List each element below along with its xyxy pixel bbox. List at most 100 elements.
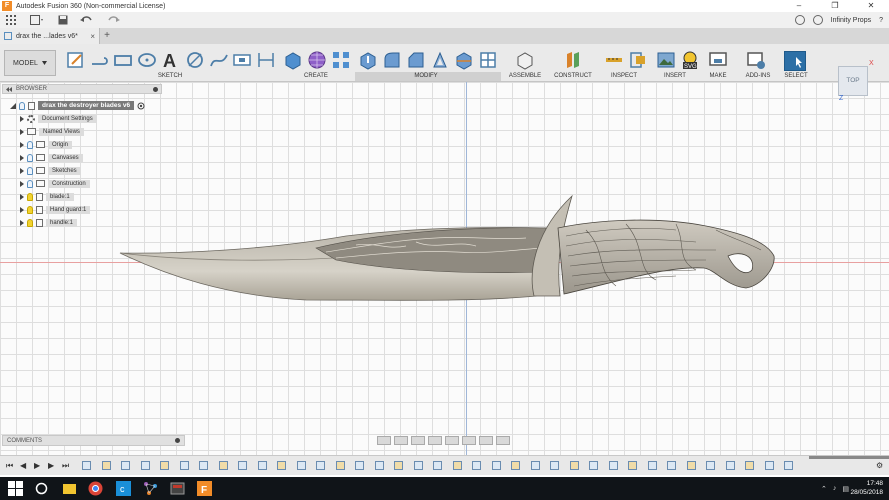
go-to-start-icon[interactable]: ⏮: [6, 461, 13, 471]
timeline-feature-icon[interactable]: [238, 461, 247, 470]
timeline-feature-icon[interactable]: [491, 461, 501, 470]
text-icon[interactable]: A: [160, 50, 180, 70]
scripts-addins-icon[interactable]: [746, 50, 766, 70]
orbit-icon[interactable]: [377, 436, 391, 445]
file-menu-icon[interactable]: [22, 12, 52, 28]
close-tab-icon[interactable]: ×: [90, 32, 95, 41]
measure-icon[interactable]: [604, 50, 624, 70]
timeline-feature-icon[interactable]: [686, 461, 696, 470]
interference-icon[interactable]: [628, 50, 648, 70]
insert-menu[interactable]: INSERT: [655, 73, 695, 79]
network-app-icon[interactable]: [143, 481, 158, 496]
project-icon[interactable]: [232, 50, 252, 70]
windows-start-icon[interactable]: [8, 481, 23, 496]
data-panel-grid-icon[interactable]: [0, 12, 22, 28]
network-icon[interactable]: ▤: [842, 485, 849, 493]
timeline-feature-icon[interactable]: [550, 461, 559, 470]
expand-triangle-icon[interactable]: [20, 206, 24, 213]
timeline-feature-icon[interactable]: [745, 461, 754, 470]
timeline-feature-icon[interactable]: [394, 461, 403, 470]
zoom-icon[interactable]: [428, 436, 442, 445]
step-back-icon[interactable]: ◀: [20, 461, 26, 470]
add-ins-menu[interactable]: ADD-INS: [738, 73, 778, 79]
expand-triangle-icon[interactable]: [20, 141, 24, 148]
make-menu[interactable]: MAKE: [702, 73, 734, 79]
visibility-bulb-icon[interactable]: [27, 166, 33, 175]
expand-triangle-icon[interactable]: [20, 167, 24, 174]
expand-triangle-icon[interactable]: [20, 154, 24, 161]
browser-root-node[interactable]: drax the destroyer blades v6: [10, 100, 145, 111]
timeline-feature-icon[interactable]: [472, 461, 481, 470]
split-body-icon[interactable]: [454, 50, 474, 70]
visibility-bulb-icon[interactable]: [27, 192, 33, 201]
expand-triangle-icon[interactable]: [20, 193, 24, 200]
play-icon[interactable]: ▶: [34, 461, 40, 470]
go-to-end-icon[interactable]: ⏭: [62, 461, 69, 471]
timeline-feature-icon[interactable]: [101, 461, 111, 470]
step-forward-icon[interactable]: ▶: [48, 461, 54, 470]
construct-menu[interactable]: CONSTRUCT: [551, 73, 595, 79]
timeline-feature-icon[interactable]: [335, 461, 345, 470]
fillet-icon[interactable]: [382, 50, 402, 70]
spline-icon[interactable]: [209, 50, 229, 70]
expanded-triangle-icon[interactable]: [10, 102, 16, 109]
expand-triangle-icon[interactable]: [20, 219, 24, 226]
circle-icon[interactable]: [137, 50, 157, 70]
chrome-icon[interactable]: [88, 481, 103, 496]
browser-node-hand-guard[interactable]: Hand guard:1: [20, 204, 91, 215]
add-comment-icon[interactable]: [175, 438, 180, 443]
volume-icon[interactable]: ♪: [833, 485, 837, 493]
app-window-icon[interactable]: [170, 481, 185, 496]
timeline-feature-icon[interactable]: [121, 461, 130, 470]
browser-node-document-settings[interactable]: Document Settings: [20, 113, 97, 124]
pin-icon[interactable]: [153, 86, 158, 92]
clock[interactable]: 17:48 28/05/2018: [850, 479, 883, 497]
select-menu[interactable]: SELECT: [776, 73, 816, 79]
browser-node-handle[interactable]: handle:1: [20, 217, 78, 228]
browser-node-origin[interactable]: Origin: [20, 139, 73, 150]
insert-image-icon[interactable]: [656, 50, 676, 70]
assemble-menu[interactable]: ASSEMBLE: [505, 73, 545, 79]
visibility-bulb-icon[interactable]: [27, 179, 33, 188]
cura-icon[interactable]: c: [116, 481, 131, 496]
save-icon[interactable]: [52, 12, 74, 28]
timeline-feature-icon[interactable]: [374, 461, 384, 470]
timeline-feature-icon[interactable]: [628, 461, 637, 470]
shell-icon[interactable]: [430, 50, 450, 70]
redo-icon[interactable]: [100, 12, 126, 28]
minimize-button[interactable]: –: [781, 0, 817, 12]
new-component-icon[interactable]: [515, 50, 535, 70]
visibility-bulb-icon[interactable]: [19, 101, 25, 110]
pan-icon[interactable]: [411, 436, 425, 445]
look-at-icon[interactable]: [394, 436, 408, 445]
timeline-feature-icon[interactable]: [218, 461, 228, 470]
select-tool-button[interactable]: [784, 51, 806, 71]
timeline-feature-icon[interactable]: [179, 461, 189, 470]
fusion360-taskbar-icon[interactable]: F: [197, 481, 212, 496]
insert-svg-icon[interactable]: SVG: [680, 50, 700, 70]
timeline-scroll-marker[interactable]: [809, 456, 889, 459]
timeline-feature-icon[interactable]: [199, 461, 208, 470]
collapse-panel-icon[interactable]: [6, 86, 12, 92]
timeline-feature-icon[interactable]: [257, 461, 267, 470]
comments-panel[interactable]: COMMENTS: [2, 435, 185, 446]
timeline-feature-icon[interactable]: [608, 461, 618, 470]
browser-node-blade[interactable]: blade:1: [20, 191, 74, 202]
timeline-feature-icon[interactable]: [160, 461, 169, 470]
form-icon[interactable]: [307, 50, 327, 70]
viewcube[interactable]: TOP: [838, 66, 868, 96]
visibility-bulb-icon[interactable]: [27, 140, 33, 149]
job-status-icon[interactable]: [794, 15, 805, 25]
history-clock-icon[interactable]: [812, 15, 823, 25]
file-explorer-icon[interactable]: [62, 481, 77, 496]
sketch-menu[interactable]: SKETCH: [150, 73, 190, 79]
box-icon[interactable]: [283, 50, 303, 70]
timeline-feature-icon[interactable]: [355, 461, 364, 470]
search-icon[interactable]: [34, 481, 49, 496]
timeline-feature-icon[interactable]: [647, 461, 657, 470]
timeline-feature-icon[interactable]: [82, 461, 91, 470]
press-pull-icon[interactable]: [358, 50, 378, 70]
browser-node-canvases[interactable]: Canvases: [20, 152, 83, 163]
rectangle-icon[interactable]: [113, 50, 133, 70]
combine-icon[interactable]: [478, 50, 498, 70]
